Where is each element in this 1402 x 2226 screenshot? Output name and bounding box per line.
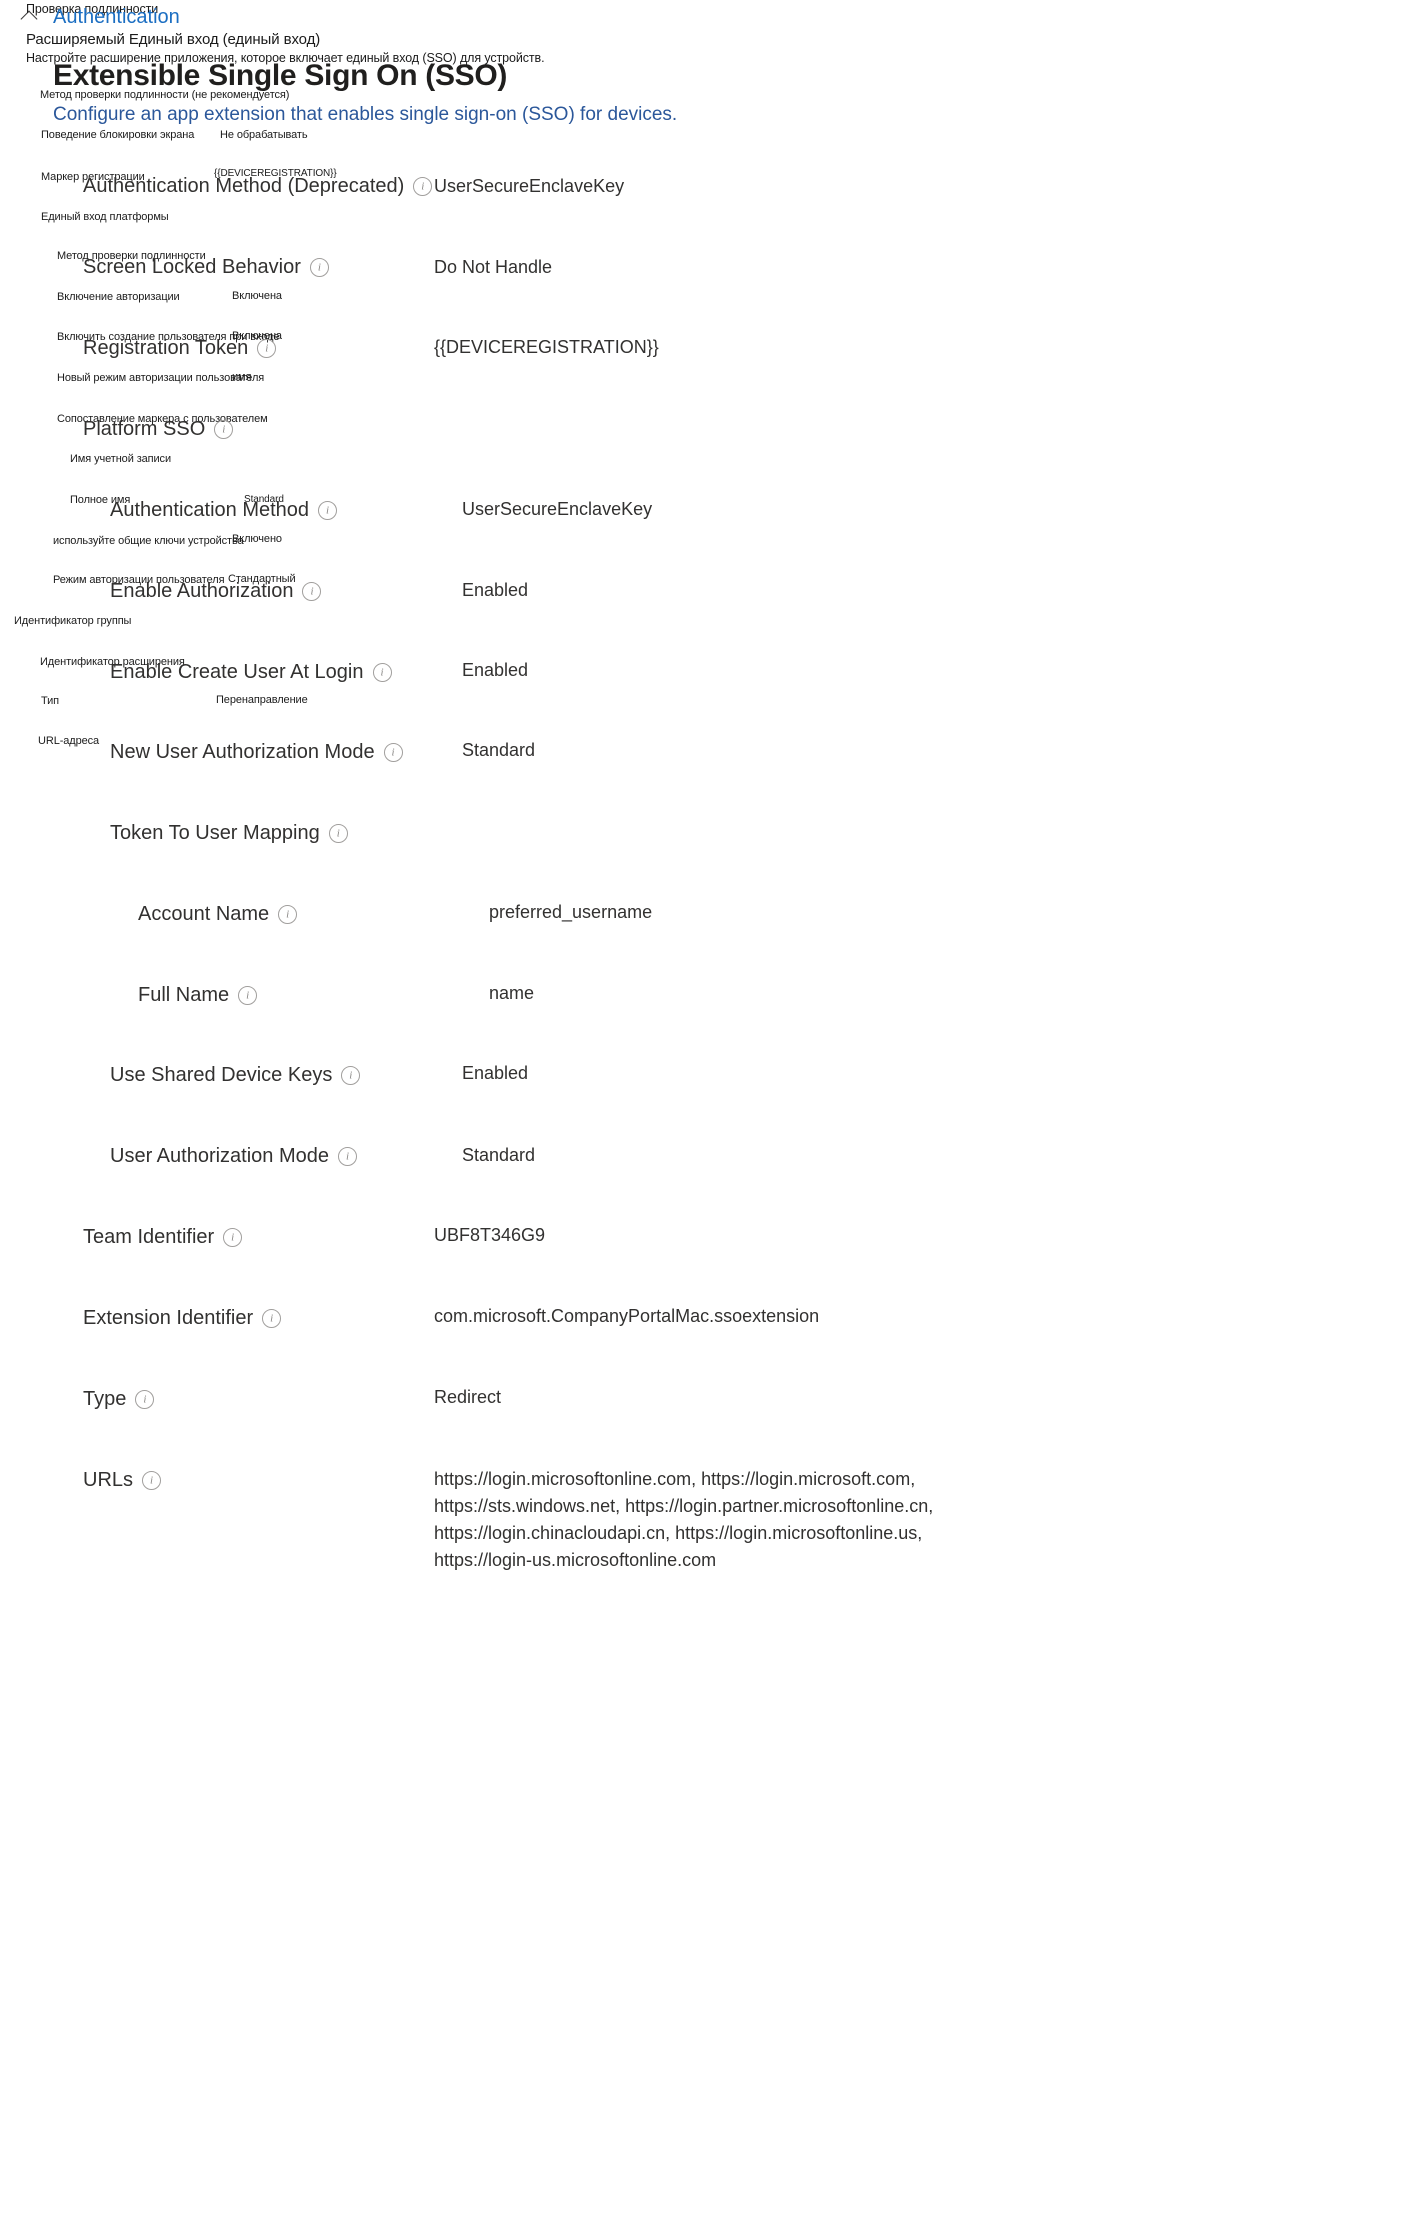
info-icon[interactable] — [413, 177, 433, 196]
setting-value-urls: https://login.microsoftonline.com, https… — [434, 1469, 934, 1570]
ru-value-7: имя — [232, 371, 252, 383]
setting-row-enable-authorization: Enable Authorization — [110, 580, 322, 603]
setting-label: Authentication Method (Deprecated) — [83, 175, 405, 197]
setting-value: Enabled — [462, 660, 529, 680]
setting-label: URLs — [83, 1469, 134, 1491]
setting-row-authentication-method-deprecated: Authentication Method (Deprecated) — [83, 175, 433, 198]
ru-label-0: Метод проверки подлинности (не рекоменду… — [40, 89, 290, 101]
ru-value-1: Не обрабатывать — [220, 129, 308, 141]
ru-label-13: Идентификатор группы — [14, 615, 132, 627]
setting-value: Enabled — [462, 1063, 529, 1083]
page-title: Extensible Single Sign On (SSO) — [53, 59, 508, 92]
section-title-authentication: Authentication — [53, 6, 180, 28]
setting-row-platform-sso: Platform SSO — [83, 418, 234, 441]
setting-row-enable-create-user-at-login: Enable Create User At Login — [110, 661, 392, 684]
ru-label-16: URL-адреса — [38, 735, 100, 747]
setting-label: Token To User Mapping — [110, 822, 320, 844]
setting-value: preferred_username — [489, 902, 653, 922]
setting-label: New User Authorization Mode — [110, 741, 375, 763]
setting-label: Team Identifier — [83, 1226, 215, 1248]
ru-label-9: Имя учетной записи — [70, 453, 172, 465]
setting-value: Standard — [462, 740, 536, 760]
info-icon[interactable] — [257, 339, 277, 358]
setting-value: com.microsoft.CompanyPortalMac.ssoextens… — [434, 1306, 820, 1326]
setting-row-extension-identifier: Extension Identifier — [83, 1307, 282, 1330]
info-icon[interactable] — [223, 1228, 243, 1247]
setting-row-user-authorization-mode: User Authorization Mode — [110, 1145, 358, 1168]
ru-value-11: Включено — [232, 533, 282, 545]
info-icon[interactable] — [302, 582, 322, 601]
setting-row-account-name: Account Name — [138, 903, 298, 926]
info-icon[interactable] — [309, 258, 329, 277]
ru-value-15: Перенаправление — [216, 694, 308, 706]
setting-value: UserSecureEnclaveKey — [434, 176, 625, 196]
setting-row-token-to-user-mapping: Token To User Mapping — [110, 822, 348, 845]
ru-label-15: Тип — [41, 695, 60, 707]
setting-value: UserSecureEnclaveKey — [462, 499, 653, 519]
setting-row-registration-token: Registration Token — [83, 337, 277, 360]
setting-label: User Authorization Mode — [110, 1145, 330, 1167]
setting-value: name — [489, 983, 535, 1003]
info-icon[interactable] — [328, 824, 348, 843]
setting-label: Screen Locked Behavior — [83, 256, 301, 278]
setting-row-urls: URLs — [83, 1469, 162, 1492]
setting-row-team-identifier: Team Identifier — [83, 1226, 243, 1249]
setting-label: Extension Identifier — [83, 1307, 254, 1329]
ru-label-1: Поведение блокировки экрана — [41, 129, 195, 141]
setting-label: Use Shared Device Keys — [110, 1064, 333, 1086]
ru-label-11: используйте общие ключи устройства — [53, 535, 244, 547]
info-icon[interactable] — [372, 663, 392, 682]
info-icon[interactable] — [383, 743, 403, 762]
setting-row-screen-locked-behavior: Screen Locked Behavior — [83, 256, 329, 279]
setting-label: Full Name — [138, 984, 230, 1006]
info-icon[interactable] — [142, 1471, 162, 1490]
setting-value: UBF8T346G9 — [434, 1225, 546, 1245]
info-icon[interactable] — [338, 1147, 358, 1166]
setting-label: Registration Token — [83, 337, 249, 359]
info-icon[interactable] — [135, 1390, 155, 1409]
setting-value: Enabled — [462, 580, 529, 600]
setting-value: Standard — [462, 1145, 536, 1165]
setting-label: Authentication Method — [110, 499, 310, 521]
settings-page: Проверка подлинности Authentication Расш… — [0, 0, 1402, 2226]
setting-label: Enable Authorization — [110, 580, 294, 602]
setting-value: Do Not Handle — [434, 257, 553, 277]
setting-row-authentication-method: Authentication Method — [110, 499, 338, 522]
setting-row-full-name: Full Name — [138, 984, 258, 1007]
ru-subsection-label: Расширяемый Единый вход (единый вход) — [26, 31, 321, 48]
info-icon[interactable] — [318, 501, 338, 520]
page-description: Configure an app extension that enables … — [53, 104, 678, 125]
info-icon[interactable] — [214, 420, 234, 439]
ru-label-3: Единый вход платформы — [41, 211, 169, 223]
info-icon[interactable] — [262, 1309, 282, 1328]
setting-value: {{DEVICEREGISTRATION}} — [434, 337, 659, 357]
ru-value-5: Включена — [232, 290, 282, 302]
setting-row-type: Type — [83, 1388, 155, 1411]
setting-row-use-shared-device-keys: Use Shared Device Keys — [110, 1064, 361, 1087]
setting-label: Enable Create User At Login — [110, 661, 364, 683]
setting-label: Platform SSO — [83, 418, 206, 440]
info-icon[interactable] — [341, 1066, 361, 1085]
info-icon[interactable] — [238, 986, 258, 1005]
setting-label: Account Name — [138, 903, 270, 925]
setting-label: Type — [83, 1388, 127, 1410]
info-icon[interactable] — [278, 905, 298, 924]
ru-label-5: Включение авторизации — [57, 291, 180, 303]
setting-value: Redirect — [434, 1387, 502, 1407]
setting-row-new-user-authorization-mode: New User Authorization Mode — [110, 741, 403, 764]
